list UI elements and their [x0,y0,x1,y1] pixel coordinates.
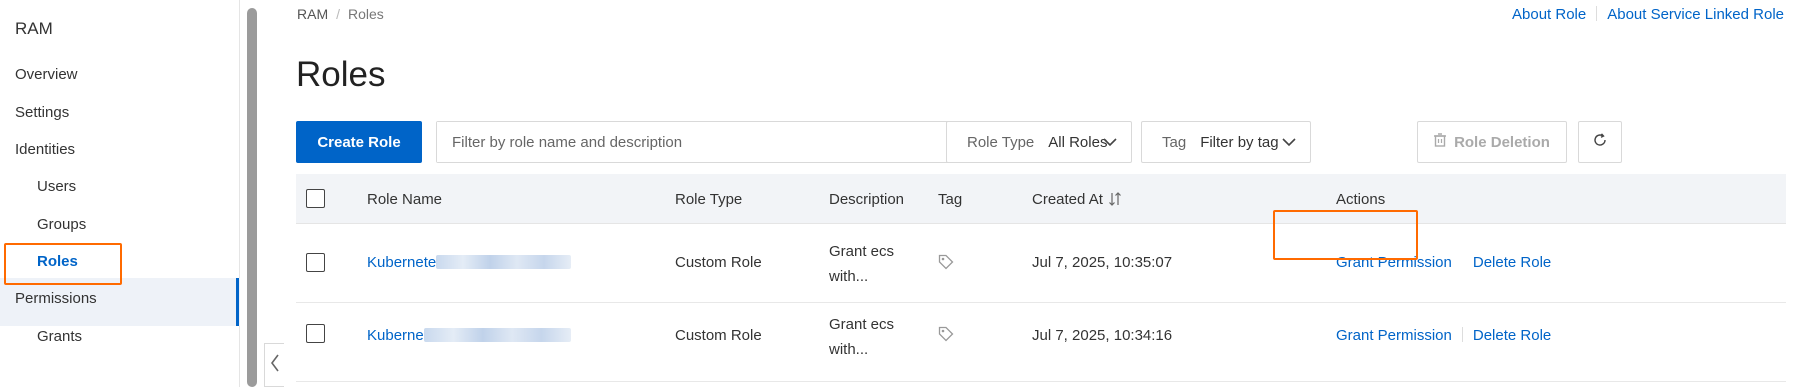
sidebar-item-users[interactable]: Users [37,178,76,195]
about-service-linked-role-link[interactable]: About Service Linked Role [1607,6,1784,23]
divider [1461,327,1463,342]
role-type-cell: Custom Role [675,254,762,271]
role-type-select[interactable]: Role Type All Roles [946,121,1132,163]
main-content: RAM / Roles About Role About Service Linked… [265,0,1811,387]
breadcrumb: RAM / Roles [297,6,384,22]
delete-role-link[interactable]: Delete Role [1473,254,1551,271]
highlight-roles-box [4,243,122,285]
actions-cell: Grant Permission Delete Role [1336,327,1551,344]
role-name-link[interactable]: Kuberne [367,327,571,344]
search-input[interactable] [437,122,997,162]
select-all-checkbox[interactable] [306,189,325,208]
description-line: with... [829,268,869,285]
sort-icon[interactable] [1108,192,1122,211]
role-type-cell: Custom Role [675,327,762,344]
column-actions: Actions [1336,191,1386,208]
page-title: Roles [296,55,386,94]
sidebar-item-overview[interactable]: Overview [15,66,78,83]
column-role-type: Role Type [675,191,743,208]
table-header: Role Name Role Type Description Tag Crea… [296,174,1786,224]
redacted-text [423,328,571,342]
sidebar-item-groups[interactable]: Groups [37,216,86,233]
column-tag: Tag [938,191,963,208]
redacted-text [436,255,572,269]
about-role-link[interactable]: About Role [1512,6,1586,23]
column-role-name: Role Name [367,191,443,208]
row-checkbox[interactable] [306,324,325,343]
sidebar: RAM Overview Settings Identities Users G… [0,0,240,387]
description-cell: Grant ecs with... [829,287,894,362]
created-at-cell: Jul 7, 2025, 10:34:16 [1032,327,1173,344]
sidebar-item-grants[interactable]: Grants [37,328,82,342]
highlight-grant-permission-box [1273,210,1418,260]
tag-filter-select[interactable]: Tag Filter by tag [1141,121,1311,163]
description-line: Grant ecs [829,243,895,260]
sidebar-item-permissions[interactable]: Permissions [15,290,97,307]
help-links: About Role About Service Linked Role [1512,6,1784,23]
role-name-link[interactable]: Kubernete [367,254,572,271]
tag-label: Tag [1162,133,1187,151]
chevron-down-icon [1282,135,1296,153]
column-created-at[interactable]: Created At [1032,191,1103,208]
sidebar-title: RAM [15,19,53,38]
chevron-down-icon [1103,135,1117,153]
sidebar-item-identities[interactable]: Identities [15,141,75,158]
breadcrumb-separator: / [336,6,341,22]
divider [1596,6,1598,21]
description-line: Grant ecs [829,316,895,333]
grant-permission-link[interactable]: Grant Permission [1336,327,1452,344]
refresh-button[interactable] [1578,121,1622,163]
breadcrumb-roles: Roles [348,6,384,22]
description-cell: Grant ecs with... [829,214,894,289]
breadcrumb-ram[interactable]: RAM [297,6,328,22]
sidebar-item-settings[interactable]: Settings [15,104,69,121]
table-row: Kuberne Custom Role Grant ecs with... Ju… [296,304,1786,382]
create-role-button[interactable]: Create Role [296,121,422,163]
sidebar-scrollbar[interactable] [247,8,257,387]
role-deletion-label: Role Deletion [1454,133,1550,151]
description-line: with... [829,341,869,358]
role-name-text: Kubernete [367,254,437,271]
role-name-text: Kuberne [367,327,424,344]
trash-icon [1434,133,1447,151]
sidebar-active-indicator [236,278,239,326]
column-description: Description [829,191,905,208]
delete-role-link[interactable]: Delete Role [1473,327,1551,344]
table-row: Kubernete Custom Role Grant ecs with... … [296,225,1786,303]
role-type-value: All Roles [1048,133,1108,151]
tag-value: Filter by tag [1200,133,1279,151]
role-type-label: Role Type [967,133,1035,151]
refresh-icon [1593,132,1607,152]
row-checkbox[interactable] [306,253,325,272]
tag-icon[interactable] [938,254,954,275]
tag-icon[interactable] [938,326,954,347]
created-at-cell: Jul 7, 2025, 10:35:07 [1032,254,1173,271]
role-deletion-button[interactable]: Role Deletion [1417,121,1567,163]
